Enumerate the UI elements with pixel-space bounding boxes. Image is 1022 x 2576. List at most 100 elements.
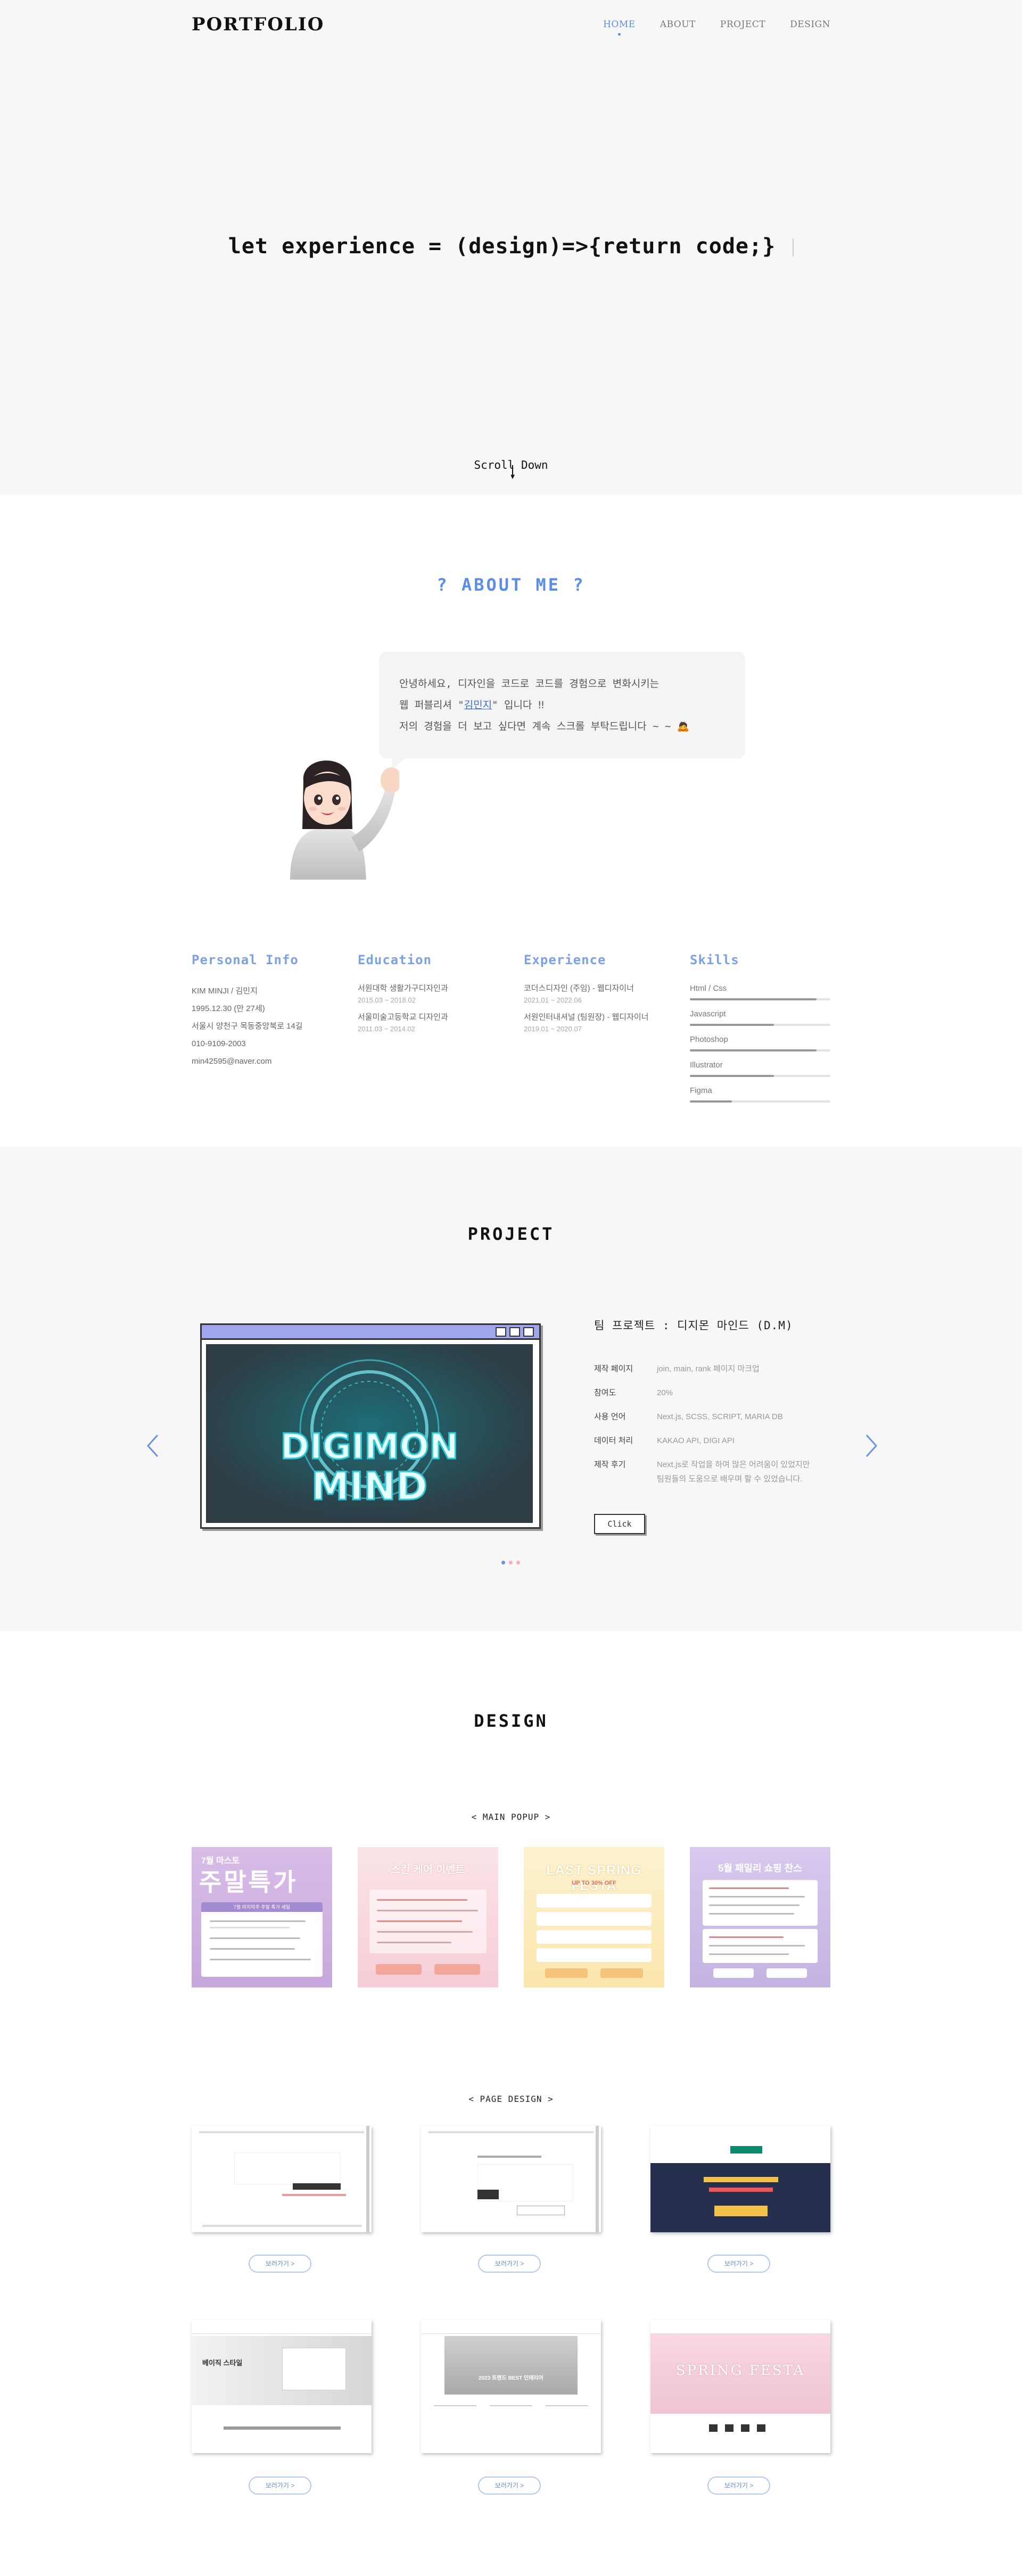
skill-name: Javascript xyxy=(690,1009,726,1018)
project-screenshot: DIGIMON MIND xyxy=(206,1344,533,1523)
skill-item: Html / Css xyxy=(690,982,830,1000)
education-item: 서원대학 생활가구디자인과 xyxy=(358,984,448,993)
main-popup-subtitle: < MAIN POPUP > xyxy=(471,1812,551,1822)
skill-item: Figma xyxy=(690,1084,830,1103)
skill-name: Html / Css xyxy=(690,984,727,993)
row-value: join, main, rank 페이지 마크업 xyxy=(657,1364,760,1373)
nav-design[interactable]: DESIGN xyxy=(790,19,830,30)
slider-dot[interactable] xyxy=(501,1561,505,1564)
page-hero-label: SPRING FESTA xyxy=(675,2363,805,2379)
popup-button xyxy=(713,1968,754,1978)
personal-info-title: Personal Info xyxy=(192,952,299,967)
skill-name: Photoshop xyxy=(690,1035,728,1044)
about-section: ? ABOUT ME ? 안녕하세요, 디자인을 코드로 코드를 경험으로 변화… xyxy=(0,495,1022,1147)
slider-dot[interactable] xyxy=(516,1561,520,1564)
view-more-button[interactable]: 보러가기 > xyxy=(478,2476,541,2495)
project-section: PROJECT DIGIMON MIND 팀 프로젝트 : 디지몬 마인드 (D… xyxy=(0,1147,1022,1631)
bubble-line-3: 저의 경험을 더 보고 싶다면 계속 스크롤 부탁드립니다 ~ ~ 🙇 xyxy=(399,716,725,737)
highlight-name: 김민지 xyxy=(464,699,492,711)
page-thumbnail[interactable] xyxy=(192,2126,372,2232)
digimon-mind-artwork: DIGIMON MIND xyxy=(206,1344,533,1523)
popup-card-header: 7월 마지막주 주말 특가 세일 xyxy=(201,1902,323,1912)
page-thumbnail[interactable] xyxy=(421,2126,601,2232)
slider-dot[interactable] xyxy=(509,1561,513,1564)
view-more-button[interactable]: 보러가기 > xyxy=(478,2255,541,2273)
popup-thumbnail[interactable]: LAST SPRING FESTA UP TO 30% OFF xyxy=(524,1847,664,1987)
skill-item: Javascript xyxy=(690,1008,830,1026)
info-grid: Personal Info KIM MINJI / 김민지 1995.12.30… xyxy=(192,952,830,1110)
row-value: Next.js, SCSS, SCRIPT, MARIA DB xyxy=(657,1412,783,1421)
hero-headline: let experience = (design)=>{return code;… xyxy=(0,234,1022,259)
view-more-button[interactable]: 보러가기 > xyxy=(249,2476,311,2495)
design-section: DESIGN < MAIN POPUP > 7월 마스토 주말특가 7월 마지막… xyxy=(0,1631,1022,2576)
nav-project[interactable]: PROJECT xyxy=(720,19,765,30)
popup-card xyxy=(703,1929,818,1963)
popup-coupon xyxy=(537,1930,652,1944)
row-key: 사용 언어 xyxy=(594,1412,626,1421)
project-row: 제작 페이지 join, main, rank 페이지 마크업 xyxy=(594,1363,760,1374)
popup-button xyxy=(545,1968,588,1978)
view-more-button[interactable]: 보러가기 > xyxy=(249,2255,311,2273)
skill-bar-fill xyxy=(690,1024,774,1026)
project-item-title: 팀 프로젝트 : 디지몬 마인드 (D.M) xyxy=(594,1319,793,1332)
info-email[interactable]: min42595@naver.com xyxy=(192,1053,358,1070)
skills-list: Html / Css Javascript Photoshop Illustrator… xyxy=(690,982,830,1103)
site-logo[interactable]: PORTFOLIO xyxy=(192,14,324,35)
view-more-button[interactable]: 보러가기 > xyxy=(707,2476,770,2495)
project-row: 제작 후기 Next.js로 작업을 하여 많은 어려움이 있었지만 xyxy=(594,1459,810,1470)
info-address: 서울시 양천구 목동중앙북로 14길 xyxy=(192,1022,303,1031)
popup-headline: 5월 패밀리 쇼핑 찬스 xyxy=(718,1863,802,1874)
page-thumbnail[interactable] xyxy=(650,2126,830,2232)
skill-bar xyxy=(690,1100,830,1103)
info-birth: 1995.12.30 (만 27세) xyxy=(192,1004,265,1013)
skill-bar xyxy=(690,1049,830,1051)
artwork-text-1: DIGIMON xyxy=(280,1426,458,1467)
project-row: 사용 언어 Next.js, SCSS, SCRIPT, MARIA DB xyxy=(594,1411,783,1422)
page-hero-label: 2023 트렌드 BEST 인테리어 xyxy=(479,2375,543,2381)
skills: Skills Html / Css Javascript Photoshop Illu… xyxy=(690,952,830,1110)
project-preview-window[interactable]: DIGIMON MIND xyxy=(200,1323,541,1529)
popup-button xyxy=(376,1964,422,1975)
education-title: Education xyxy=(358,952,432,967)
minimize-icon xyxy=(496,1327,506,1337)
window-titlebar xyxy=(202,1325,539,1340)
prev-arrow-icon[interactable] xyxy=(143,1430,164,1462)
skill-item: Illustrator xyxy=(690,1059,830,1077)
project-row: 참여도 20% xyxy=(594,1387,673,1398)
skill-name: Figma xyxy=(690,1086,712,1095)
row-value: KAKAO API, DIGI API xyxy=(657,1436,735,1445)
popup-thumbnail[interactable]: 5월 패밀리 쇼핑 찬스 xyxy=(690,1847,830,1987)
experience: Experience 코더스디자인 (주임) - 웹디자이너 2021.01 ~… xyxy=(524,952,690,1110)
popup-coupon xyxy=(537,1912,652,1926)
close-icon xyxy=(523,1327,534,1337)
project-click-button[interactable]: Click xyxy=(594,1514,645,1534)
skill-item: Photoshop xyxy=(690,1033,830,1051)
education-item: 서울미술고등학교 디자인과 xyxy=(358,1013,448,1022)
personal-info: Personal Info KIM MINJI / 김민지 1995.12.30… xyxy=(192,952,358,1110)
popup-card xyxy=(703,1880,818,1926)
page-thumbnail[interactable]: SPRING FESTA xyxy=(650,2320,830,2453)
arrow-down-icon xyxy=(511,465,515,479)
page-thumbnail[interactable]: 2023 트렌드 BEST 인테리어 xyxy=(421,2320,601,2453)
bubble-line-2: 웹 퍼블리셔 "김민지" 입니다 ‼ xyxy=(399,694,725,716)
popup-headline: 스킨 케어 이벤트 xyxy=(391,1864,465,1876)
popup-subline: UP TO 30% OFF xyxy=(572,1880,616,1886)
popup-thumbnail[interactable]: 7월 마스토 주말특가 7월 마지막주 주말 특가 세일 xyxy=(192,1847,332,1987)
popup-button xyxy=(434,1964,480,1975)
popup-thumbnail[interactable]: 스킨 케어 이벤트 xyxy=(358,1847,498,1987)
project-note: 팀원들의 도움으로 배우며 할 수 있었습니다. xyxy=(657,1475,803,1484)
page-thumbnail[interactable]: 베이직 스타일 xyxy=(192,2320,372,2453)
experience-item: 서원인터내셔널 (팀원장) - 웹디자이너 xyxy=(524,1013,649,1022)
education-date: 2011.03 ~ 2014.02 xyxy=(358,1025,415,1033)
avatar-illustration xyxy=(290,760,399,880)
skill-bar xyxy=(690,998,830,1000)
next-arrow-icon[interactable] xyxy=(860,1430,881,1462)
nav-home[interactable]: HOME xyxy=(603,19,636,36)
popup-card xyxy=(369,1890,487,1953)
popup-headline: LAST SPRING FESTA xyxy=(546,1863,642,1893)
view-more-button[interactable]: 보러가기 > xyxy=(707,2255,770,2273)
nav-about[interactable]: ABOUT xyxy=(660,19,696,30)
row-key: 참여도 xyxy=(594,1388,616,1397)
project-row: 데이터 처리 KAKAO API, DIGI API xyxy=(594,1435,735,1446)
row-key: 제작 후기 xyxy=(594,1460,626,1469)
